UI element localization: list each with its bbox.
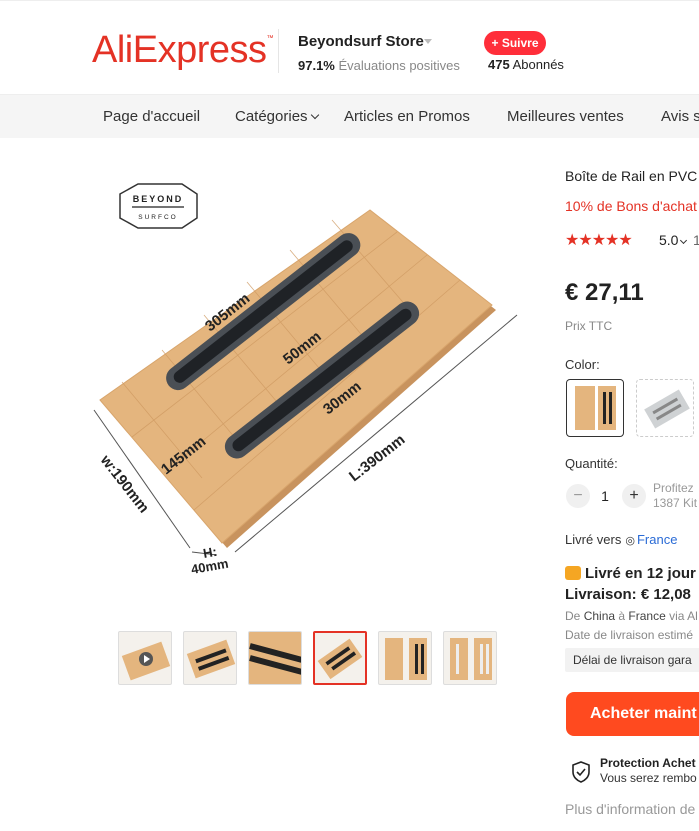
buy-now-button[interactable]: Acheter maint xyxy=(566,692,699,736)
thumbnail-4-active[interactable] xyxy=(313,631,367,685)
chevron-down-icon xyxy=(680,236,688,245)
buyer-protection-title: Protection Achet xyxy=(600,756,696,770)
star-icon: ★ xyxy=(618,232,632,249)
chevron-down-icon xyxy=(310,110,319,120)
star-icon: ★ xyxy=(578,232,592,249)
star-rating[interactable]: ★★★★★ xyxy=(565,230,633,249)
star-icon: ★ xyxy=(605,232,619,249)
nav-promotions[interactable]: Articles en Promos xyxy=(344,108,470,125)
store-rating: 97.1% Évaluations positives xyxy=(298,58,460,73)
store-header: AliExpress™ Beyondsurf Store 97.1% Évalu… xyxy=(0,0,699,94)
nav-categories[interactable]: Catégories xyxy=(235,108,319,125)
ship-to-country-link[interactable]: France xyxy=(637,532,677,547)
color-swatch-wood[interactable] xyxy=(566,379,624,437)
followers-count: 475 Abonnés xyxy=(488,57,564,72)
more-info-link[interactable]: Plus d'information de xyxy=(565,801,695,817)
dim-label-width: w:190mm xyxy=(96,451,152,516)
color-label: Color: xyxy=(565,357,600,372)
store-dropdown-caret-icon[interactable] xyxy=(424,39,432,44)
header-divider xyxy=(278,29,279,73)
quantity-increase-button[interactable]: + xyxy=(622,484,646,508)
price: € 27,11 xyxy=(565,279,644,306)
shipping-route: De China à France via Al xyxy=(565,609,698,623)
thumbnail-6[interactable] xyxy=(443,631,497,685)
coupon-promo[interactable]: 10% de Bons d'achat xyxy=(565,198,697,214)
dim-label-height-value: 40mm xyxy=(190,556,230,577)
aliexpress-logo[interactable]: AliExpress™ xyxy=(92,29,273,72)
buyer-protection-subtitle: Vous serez rembo xyxy=(600,771,697,785)
delivery-time: Livré en 12 jour xyxy=(565,564,696,582)
dim-label-length: L:390mm xyxy=(346,431,408,485)
quantity-label: Quantité: xyxy=(565,456,618,471)
delivery-date-estimate: Date de livraison estimé xyxy=(565,628,694,642)
thumbnail-5[interactable] xyxy=(378,631,432,685)
ship-to: Livré vers ◎ France xyxy=(565,532,678,547)
color-swatch-grey[interactable] xyxy=(636,379,694,437)
svg-text:BEYOND: BEYOND xyxy=(133,194,184,204)
rail-box-board xyxy=(99,209,496,548)
star-icon: ★ xyxy=(591,232,606,249)
store-name[interactable]: Beyondsurf Store xyxy=(298,33,424,50)
reviews-count[interactable]: 1 xyxy=(693,232,699,248)
shipping-cost: Livraison: € 12,08 xyxy=(565,586,691,603)
delivery-badge-icon xyxy=(565,566,581,580)
quantity-note: Profitez 1387 Kit xyxy=(653,481,698,510)
thumbnail-2[interactable] xyxy=(183,631,237,685)
shield-check-icon xyxy=(572,761,590,783)
rating-value[interactable]: 5.0 xyxy=(659,232,688,248)
star-icon: ★ xyxy=(565,232,579,249)
follow-button[interactable]: + Suivre xyxy=(484,31,546,55)
thumbnail-video[interactable] xyxy=(118,631,172,685)
delivery-guarantee-badge[interactable]: Délai de livraison gara xyxy=(565,648,699,672)
store-nav: Page d'accueil Catégories Articles en Pr… xyxy=(0,94,699,138)
nav-reviews[interactable]: Avis su xyxy=(661,108,699,125)
quantity-decrease-button[interactable]: − xyxy=(566,484,590,508)
nav-home[interactable]: Page d'accueil xyxy=(103,108,200,125)
thumbnail-3[interactable] xyxy=(248,631,302,685)
beyond-surfco-logo: BEYOND SURFCO xyxy=(119,183,198,229)
quantity-value[interactable]: 1 xyxy=(590,488,620,504)
location-pin-icon: ◎ xyxy=(625,535,635,547)
price-note: Prix TTC xyxy=(565,319,613,333)
product-main-image[interactable]: BEYOND SURFCO 305mm 50mm 30mm 145mm L:39… xyxy=(92,160,532,610)
product-title: Boîte de Rail en PVC xyxy=(565,168,698,184)
nav-best-sellers[interactable]: Meilleures ventes xyxy=(507,108,624,125)
svg-text:SURFCO: SURFCO xyxy=(138,214,177,221)
